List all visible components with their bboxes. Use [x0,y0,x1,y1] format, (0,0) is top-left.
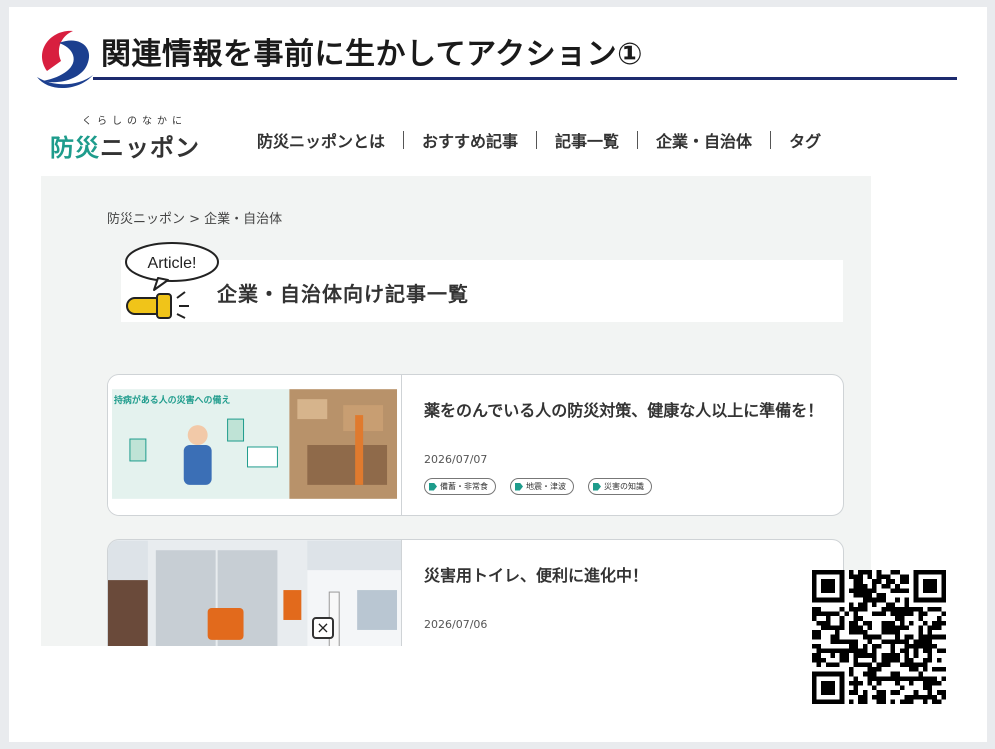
nav-clip: 防災ニッポンとは おすすめ記事 記事一覧 企業・自治体 タグ [257,108,880,174]
article-thumbnail[interactable] [108,540,402,646]
slide-title: 関連情報を事前に生かしてアクション① [101,37,643,72]
article-badge-label: Article! [148,255,197,272]
article-title[interactable]: 薬をのんでいる人の防災対策、健康な人以上に準備を！ [424,399,824,423]
content-area: 防災ニッポン > 企業・自治体 企業・自治体向け記事一覧 Article! 持病… [41,176,871,646]
tag-list: 備蓄・非常食 地震・津波 災害の知識 [424,478,652,495]
close-button[interactable]: × [312,617,334,639]
nav-item-business[interactable]: 企業・自治体 [638,128,770,152]
tag-icon [515,482,523,491]
site-logo[interactable]: 防災ニッポン [50,128,200,163]
nav-item-tags[interactable]: タグ [771,128,839,152]
title-rule [93,77,957,80]
tag-chip[interactable]: 災害の知識 [588,478,652,495]
qr-code[interactable] [812,570,946,704]
article-date: 2026/07/07 [424,453,488,466]
brand-part1: 防災 [50,134,100,162]
tag-label: 地震・津波 [526,482,566,491]
main-nav: 防災ニッポンとは おすすめ記事 記事一覧 企業・自治体 タグ [257,128,839,152]
tag-chip[interactable]: 備蓄・非常食 [424,478,496,495]
flashlight-icon [126,291,189,319]
article-card[interactable]: 持病がある人の災害への備え 薬をのんでいる人の防災対策、健康な人以上に準備を！ … [107,374,844,516]
brand-tagline: くらしのなかに [82,116,187,127]
breadcrumb[interactable]: 防災ニッポン > 企業・自治体 [107,208,282,227]
nav-item-about[interactable]: 防災ニッポンとは [257,128,403,152]
thumbnail-caption: 持病がある人の災害への備え [114,394,230,406]
brand-part2: ニッポン [100,134,200,162]
article-thumbnail[interactable]: 持病がある人の災害への備え [108,375,402,516]
page-title: 企業・自治体向け記事一覧 [217,282,469,306]
nav-item-recommended[interactable]: おすすめ記事 [404,128,536,152]
article-title[interactable]: 災害用トイレ、便利に進化中！ [424,564,824,588]
page-heading-band: 企業・自治体向け記事一覧 [121,260,843,322]
article-card[interactable]: 災害用トイレ、便利に進化中！ 2026/07/06 [107,539,844,646]
tag-label: 災害の知識 [604,482,644,491]
tag-chip[interactable]: 地震・津波 [510,478,574,495]
logo-icon [37,30,93,89]
article-date: 2026/07/06 [424,618,488,631]
nav-item-articles[interactable]: 記事一覧 [537,128,637,152]
tag-icon [429,482,437,491]
site-header: くらしのなかに 防災ニッポン 防災ニッポンとは おすすめ記事 記事一覧 企業・自… [50,108,880,174]
tag-icon [593,482,601,491]
tag-label: 備蓄・非常食 [440,482,488,491]
